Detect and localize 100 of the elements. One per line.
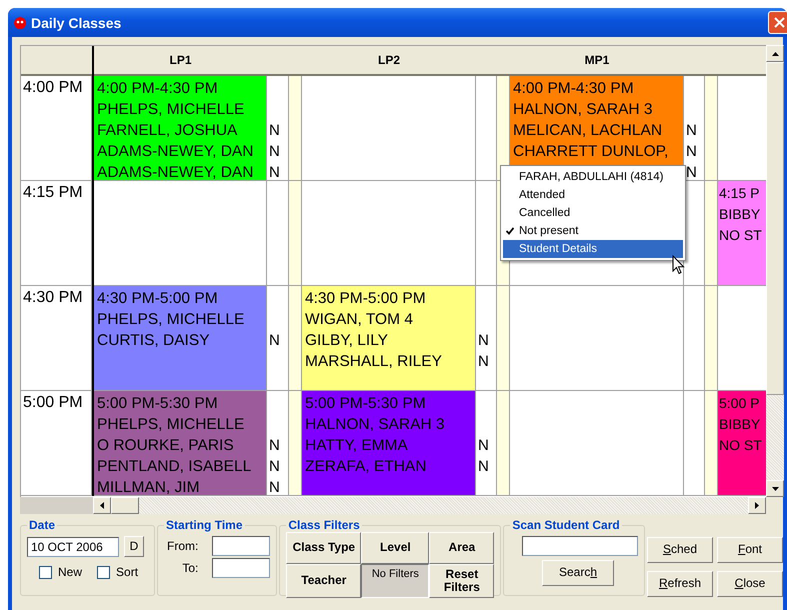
action-button[interactable]: Close <box>717 571 783 597</box>
action-button[interactable]: Sched <box>647 537 713 563</box>
class-block[interactable]: 5:00 PM-5:30 PM PHELPS, MICHELLE O ROURKE, PARIS PENTLAND, ISABELL MILLMAN, JIM <box>94 391 267 496</box>
class-entry: CURTIS, DAISY <box>97 332 210 349</box>
scroll-up-button[interactable] <box>766 45 784 62</box>
attendance-status: N <box>269 437 280 454</box>
checkbox[interactable] <box>97 566 110 578</box>
scroll-down-button[interactable] <box>766 480 784 497</box>
down-arrow-icon <box>772 486 778 490</box>
close-icon[interactable] <box>768 11 787 34</box>
class-block[interactable]: 4:30 PM-5:00 PM PHELPS, MICHELLE CURTIS, DAISY <box>94 286 267 391</box>
scroll-left-button[interactable] <box>93 497 111 514</box>
class-entry: HALNON, SARAH 3 <box>305 416 445 433</box>
field-label: To: <box>182 561 198 575</box>
check-icon <box>506 227 514 235</box>
column-header: LP1 <box>94 46 267 76</box>
checkbox-label: New <box>58 565 82 579</box>
checkbox[interactable] <box>39 566 52 578</box>
class-entry: PENTLAND, ISABELL <box>97 458 252 475</box>
time-field[interactable] <box>212 536 270 556</box>
filter-button[interactable]: Reset Filters <box>429 564 494 598</box>
attendance-status: N <box>269 332 280 349</box>
class-entry: MELICAN, LACHLAN <box>513 122 662 139</box>
group-title: Scan Student Card <box>511 518 621 532</box>
class-entry: NO ST <box>719 437 762 453</box>
attendance-status: N <box>269 458 280 475</box>
class-entry: HATTY, EMMA <box>305 437 408 454</box>
class-entry: BIBBY <box>719 206 760 222</box>
class-entry: 4:30 PM-5:00 PM <box>305 290 426 307</box>
column-header <box>718 46 766 76</box>
filter-button[interactable]: Teacher <box>286 564 362 598</box>
menu-item[interactable]: Student Details <box>503 240 683 258</box>
class-entry: ADAMS-NEWEY, DAN <box>97 164 254 180</box>
attendance-status: N <box>269 164 280 181</box>
class-block[interactable]: 4:30 PM-5:00 PM WIGAN, TOM 4 GILBY, LILY MARSHALL, RILEY <box>302 286 476 391</box>
vertical-scrollbar[interactable] <box>766 45 784 497</box>
attendance-status: N <box>269 122 280 139</box>
header-cell <box>21 46 92 76</box>
class-entry: GILBY, LILY <box>305 332 388 349</box>
class-entry: 4:30 PM-5:00 PM <box>97 290 218 307</box>
horizontal-scrollbar[interactable] <box>20 497 766 514</box>
menu-item[interactable]: Attended <box>503 186 683 204</box>
card-field[interactable] <box>522 536 638 556</box>
column-header: MP1 <box>510 46 684 76</box>
scroll-thumb[interactable] <box>766 62 784 395</box>
class-entry: 5:00 PM-5:30 PM <box>97 395 218 412</box>
attendance-status: N <box>269 143 280 160</box>
class-entry: 5:00 P <box>719 395 760 411</box>
group-title: Starting Time <box>165 518 244 532</box>
attendance-status: N <box>686 122 697 139</box>
class-entry: O ROURKE, PARIS <box>97 437 234 454</box>
attendance-status: N <box>478 353 489 370</box>
action-button[interactable]: Font <box>717 537 783 563</box>
group-title: Date <box>28 518 56 532</box>
attendance-status: N <box>478 332 489 349</box>
class-entry: FARNELL, JOSHUA <box>97 122 238 139</box>
class-block[interactable]: 4:15 P BIBBY NO ST <box>718 181 766 286</box>
column-header: LP2 <box>302 46 476 76</box>
action-button[interactable]: Refresh <box>647 571 713 597</box>
class-entry: 4:00 PM-4:30 PM <box>97 80 218 97</box>
filter-button[interactable]: Class Type <box>286 532 362 564</box>
search-button[interactable]: Search <box>542 560 614 586</box>
time-field[interactable] <box>212 558 270 578</box>
class-entry: ADAMS-NEWEY, DAN <box>97 143 254 160</box>
attendance-status: N <box>269 479 280 496</box>
class-entry: PHELPS, MICHELLE <box>97 311 244 328</box>
filter-button[interactable]: No Filters <box>361 564 430 598</box>
scroll-right-button[interactable] <box>748 497 766 514</box>
class-entry: HALNON, SARAH 3 <box>513 101 653 118</box>
filter-button[interactable]: Area <box>429 532 494 564</box>
app-icon <box>14 16 26 28</box>
attendance-status: N <box>686 164 697 181</box>
date-picker-button[interactable]: D <box>124 536 144 557</box>
field-label: From: <box>167 539 198 553</box>
left-arrow-icon <box>100 502 104 509</box>
class-entry: ZERAFA, ETHAN <box>305 458 426 475</box>
class-entry: MILLMAN, JIM <box>97 479 200 495</box>
class-entry: BIBBY <box>719 416 760 432</box>
attendance-status: N <box>478 458 489 475</box>
class-entry: CHARRETT DUNLOP, <box>513 143 668 160</box>
class-block[interactable]: 4:00 PM-4:30 PM PHELPS, MICHELLE FARNELL, JOSHUA ADAMS-NEWEY, DAN ADAMS-NEWEY, DAN <box>94 76 267 181</box>
attendance-status: N <box>686 143 697 160</box>
class-entry: MARSHALL, RILEY <box>305 353 442 370</box>
class-entry: 4:00 PM-4:30 PM <box>513 80 634 97</box>
class-entry: PHELPS, MICHELLE <box>97 416 244 433</box>
right-arrow-icon <box>755 502 759 509</box>
window-title: Daily Classes <box>31 14 122 30</box>
class-entry: 4:15 P <box>719 185 760 201</box>
attendance-status: N <box>478 437 489 454</box>
filter-button[interactable]: Level <box>361 532 430 564</box>
class-entry: NO ST <box>719 227 762 243</box>
class-entry: WIGAN, TOM 4 <box>305 311 413 328</box>
class-block[interactable]: 5:00 P BIBBY NO ST <box>718 391 766 496</box>
class-entry: PHELPS, MICHELLE <box>97 101 244 118</box>
menu-item[interactable]: Cancelled <box>503 204 683 222</box>
group-title: Class Filters <box>287 518 361 532</box>
menu-item[interactable]: Not present <box>503 222 683 240</box>
scroll-thumb[interactable] <box>111 497 139 514</box>
date-field[interactable]: 10 OCT 2006 <box>27 536 119 556</box>
class-entry: 5:00 PM-5:30 PM <box>305 395 426 412</box>
